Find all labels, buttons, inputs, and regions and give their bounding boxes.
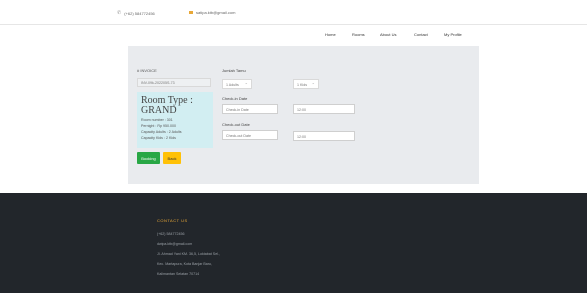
checkout-date-placeholder: Check-out Date	[226, 134, 251, 138]
room-capacity-adults: Capacity Adults : 2 Adults	[141, 130, 182, 134]
checkout-label: Check-out Date	[222, 122, 250, 127]
adults-select[interactable]: 1 Adults ⌃	[222, 79, 252, 89]
topbar-email: satipa.ktb@gmail.com	[189, 10, 235, 15]
checkout-time-input[interactable]: 12:00	[293, 131, 355, 141]
room-capacity-kids: Capacity Kids : 2 Kids	[141, 136, 176, 140]
nav-my-profile[interactable]: My Profile	[444, 32, 462, 37]
mail-icon	[189, 11, 193, 14]
footer-phone[interactable]: (+62) 584772456	[157, 232, 184, 236]
phone-icon: ✆	[117, 10, 122, 16]
nav-rooms[interactable]: Rooms	[352, 32, 365, 37]
footer-address-line-1: Jl. Ahmad Yani KM. 36,5, Loktabat Sel.,	[157, 252, 220, 256]
room-info-card: Room Type : GRAND Room number : 301 Pern…	[137, 92, 213, 148]
checkout-time-value: 12:00	[297, 135, 306, 139]
topbar-email-text: satipa.ktb@gmail.com	[196, 10, 236, 15]
checkin-time-input[interactable]: 12:00	[293, 104, 355, 114]
room-price: Pernight : Rp 950.000	[141, 124, 176, 128]
room-number: Room number : 301	[141, 118, 173, 122]
guests-label: Jumlah Tamu	[222, 68, 246, 73]
checkin-time-value: 12:00	[297, 108, 306, 112]
checkin-label: Check-in Date	[222, 96, 248, 101]
nav-about-us[interactable]: About Us	[380, 32, 396, 37]
back-button[interactable]: Back	[163, 152, 181, 164]
invoice-code: INV-09k-202205S-73	[141, 81, 175, 85]
nav-home[interactable]: Home	[325, 32, 336, 37]
top-bar: ✆ (+62) 584772456 satipa.ktb@gmail.com	[0, 0, 587, 24]
footer-heading: CONTACT US	[157, 218, 188, 223]
footer	[0, 193, 587, 293]
kids-select-value: 1 Kids	[297, 83, 307, 87]
checkin-date-placeholder: Check-in Date	[226, 108, 249, 112]
topbar-phone-text: (+62) 584772456	[124, 10, 155, 16]
topbar-phone: ✆ (+62) 584772456	[117, 10, 155, 16]
room-type-title: Room Type : GRAND	[141, 95, 193, 116]
booking-button[interactable]: Booking	[137, 152, 160, 164]
checkin-date-input[interactable]: Check-in Date	[222, 104, 278, 114]
adults-select-value: 1 Adults	[226, 83, 239, 87]
invoice-label: # INVOICE	[137, 68, 157, 73]
chevron-down-icon: ⌃	[311, 82, 315, 87]
footer-email[interactable]: dwipa.ktb@gmail.com	[157, 242, 192, 246]
chevron-down-icon: ⌃	[244, 82, 248, 87]
kids-select[interactable]: 1 Kids ⌃	[293, 79, 319, 89]
invoice-code-field: INV-09k-202205S-73	[137, 78, 211, 87]
footer-address-line-3: Kalimantan Selatan 70714	[157, 272, 200, 276]
checkout-date-input[interactable]: Check-out Date	[222, 130, 278, 140]
header-divider	[0, 24, 587, 25]
nav-contact[interactable]: Contact	[414, 32, 428, 37]
footer-address-line-2: Kec. Martapura, Kota Banjar Baru,	[157, 262, 212, 266]
